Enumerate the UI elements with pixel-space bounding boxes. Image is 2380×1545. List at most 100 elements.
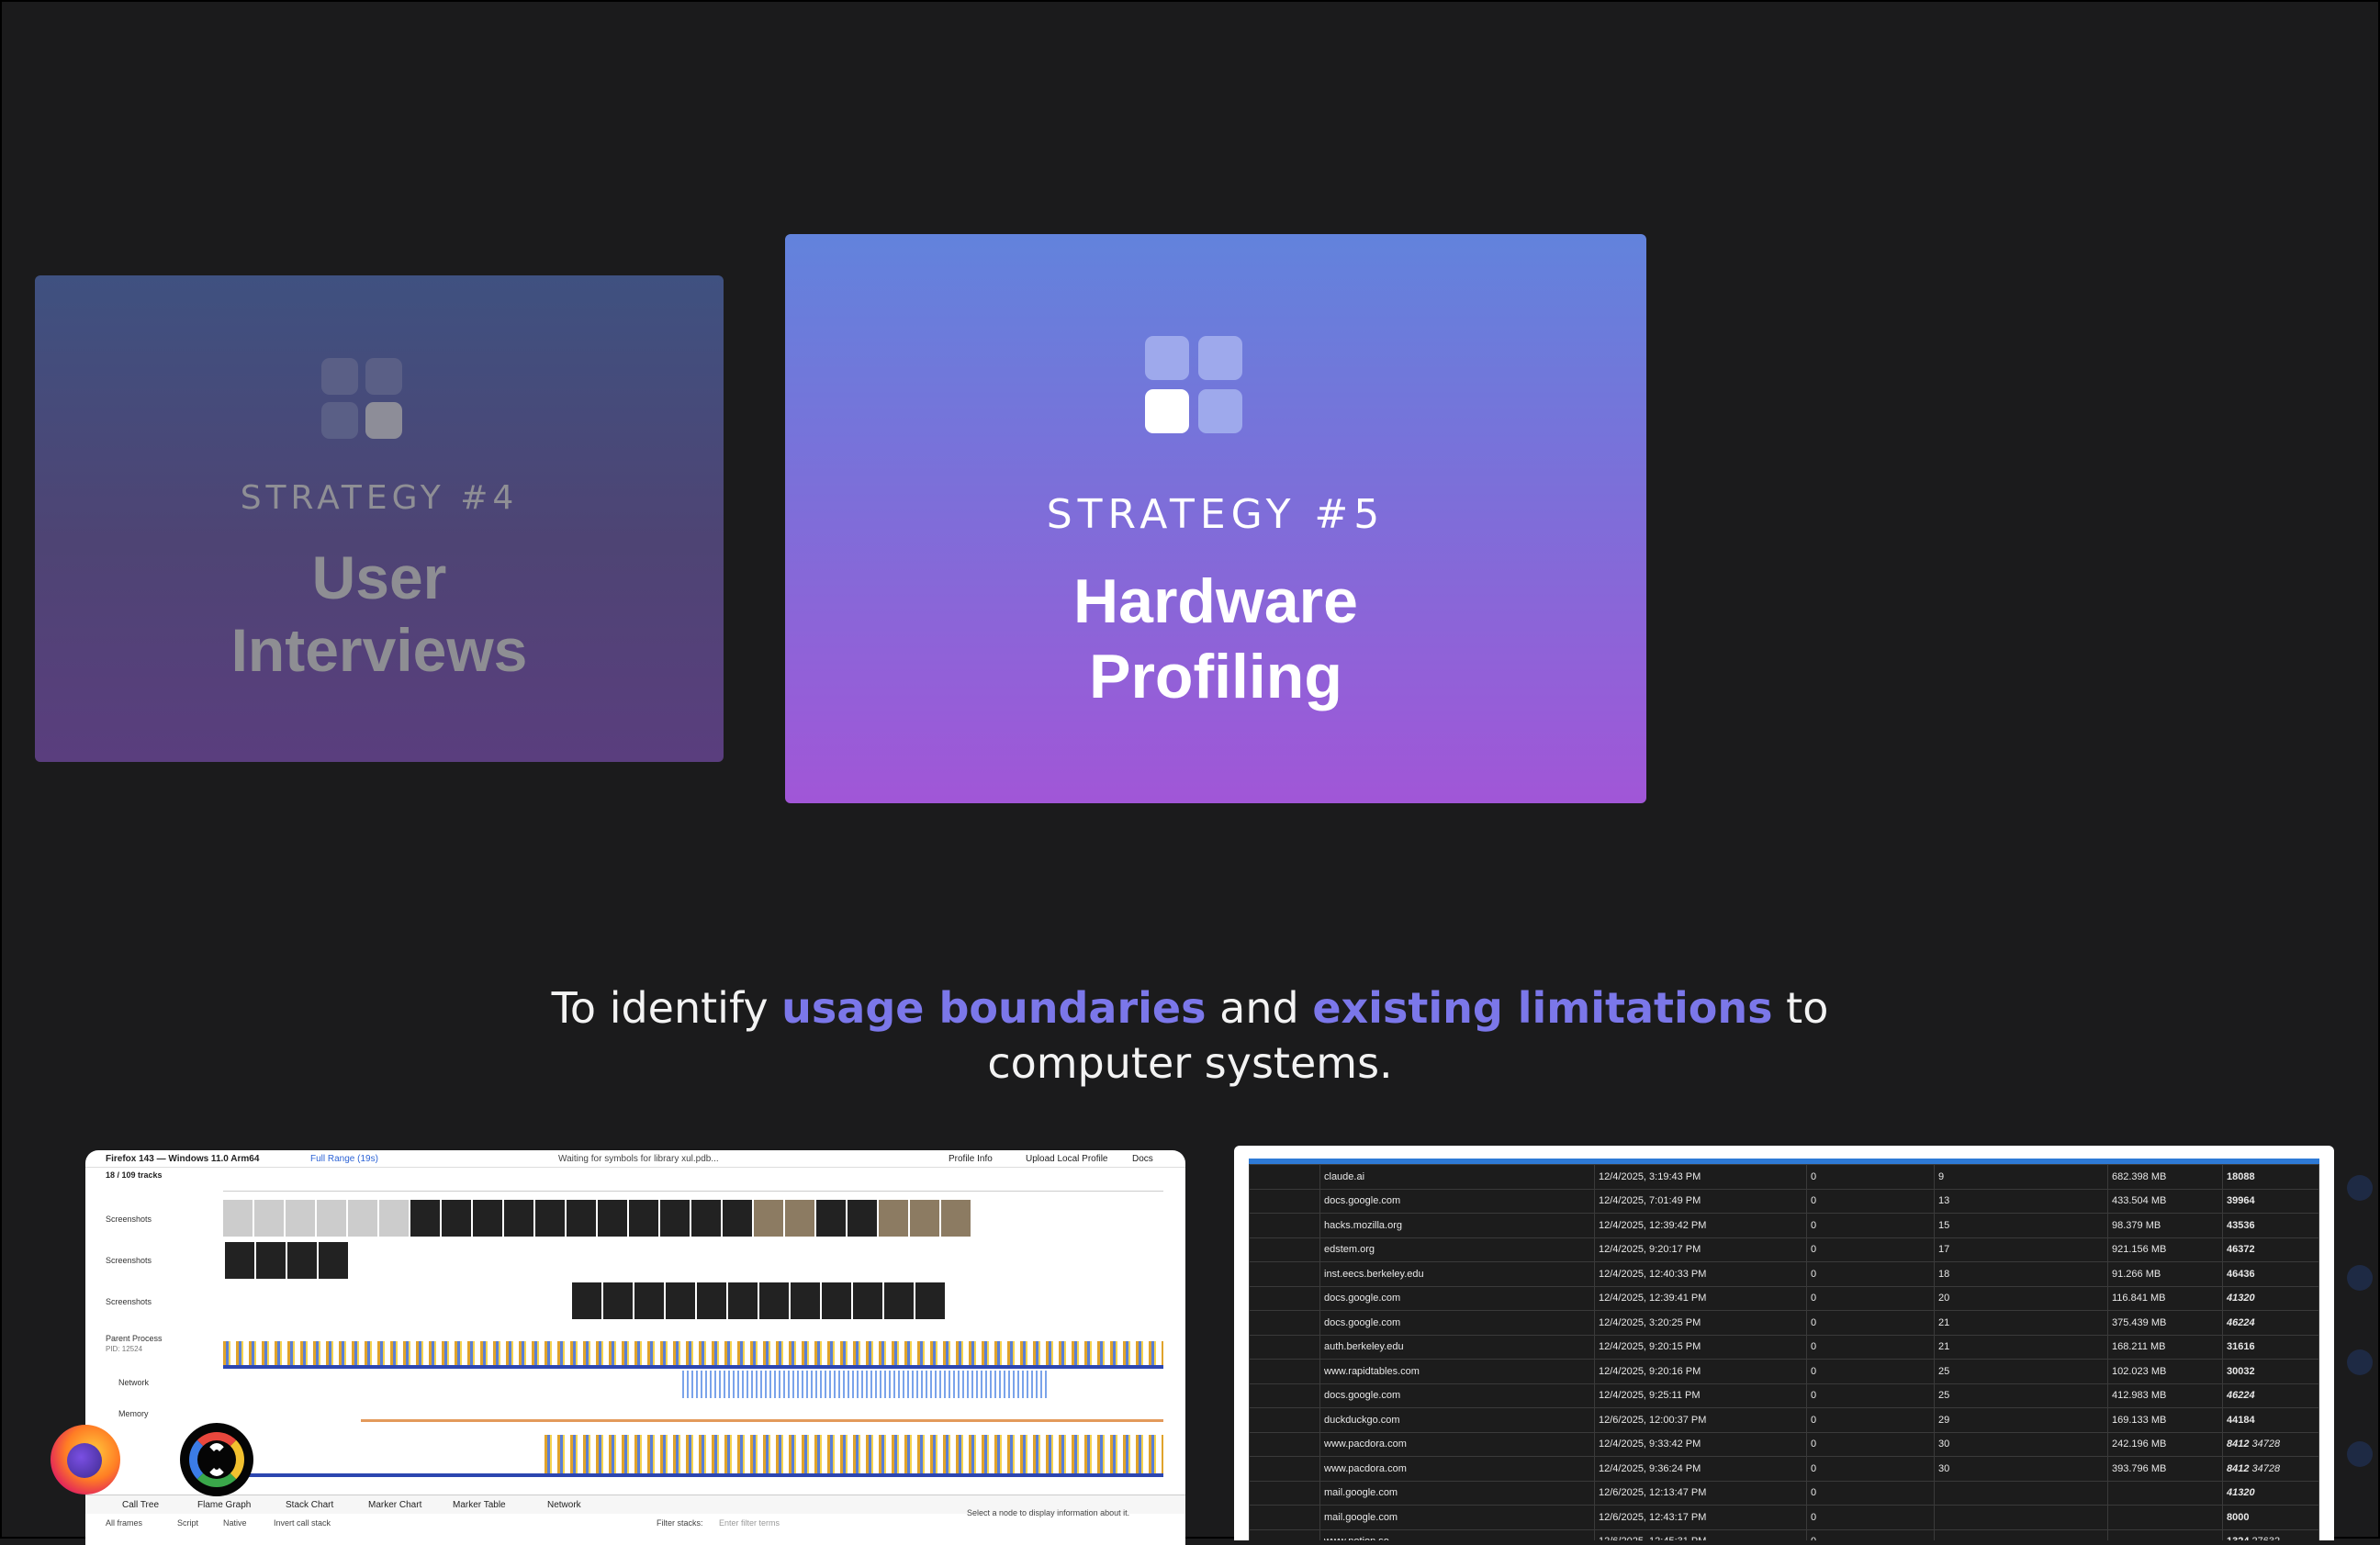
- table-cell-date: 12/4/2025, 9:36:24 PM: [1594, 1456, 1807, 1482]
- tab-stack-chart[interactable]: Stack Chart: [286, 1500, 333, 1510]
- track-label[interactable]: Parent Process: [106, 1334, 234, 1343]
- table-cell-z: 0: [1806, 1383, 1935, 1408]
- table-cell-date: 12/4/2025, 12:40:33 PM: [1594, 1261, 1807, 1287]
- table-cell-n: 21: [1934, 1334, 2108, 1360]
- track-count[interactable]: 18 / 109 tracks: [106, 1170, 163, 1180]
- table-cell-z: 0: [1806, 1261, 1935, 1287]
- table-cell-host: duckduckgo.com: [1319, 1407, 1595, 1433]
- table-row[interactable]: edstem.org 12/4/2025, 9:20:17 PM 0 17 921.15…: [1249, 1237, 2319, 1262]
- filter-input[interactable]: Enter filter terms: [719, 1518, 780, 1528]
- table-cell-host: inst.eecs.berkeley.edu: [1319, 1261, 1595, 1287]
- table-row[interactable]: www.rapidtables.com 12/4/2025, 9:20:16 PM…: [1249, 1359, 2319, 1384]
- table-cell-host: www.notion.so: [1319, 1528, 1595, 1540]
- tab-baseline: [223, 1473, 1163, 1477]
- table-cell-host: docs.google.com: [1319, 1188, 1595, 1214]
- timeline-ruler: [223, 1181, 1163, 1192]
- table-row[interactable]: inst.eecs.berkeley.edu 12/4/2025, 12:40:3…: [1249, 1261, 2319, 1287]
- app-logo-icon[interactable]: [180, 1423, 253, 1496]
- table-cell-date: 12/4/2025, 3:19:43 PM: [1594, 1164, 1807, 1190]
- table-cell-pad: [1249, 1213, 1320, 1238]
- table-cell-date: 12/6/2025, 12:43:17 PM: [1594, 1505, 1807, 1530]
- strategy-card-4[interactable]: STRATEGY #4 User Interviews: [35, 275, 724, 762]
- table-cell-host: edstem.org: [1319, 1237, 1595, 1262]
- table-row[interactable]: auth.berkeley.edu 12/4/2025, 9:20:15 PM 0 2…: [1249, 1334, 2319, 1360]
- table-row[interactable]: mail.google.com 12/6/2025, 12:43:17 PM 0 80…: [1249, 1505, 2319, 1530]
- table-cell-date: 12/4/2025, 9:25:11 PM: [1594, 1383, 1807, 1408]
- table-row[interactable]: docs.google.com 12/4/2025, 3:20:25 PM 0 21 3…: [1249, 1310, 2319, 1336]
- table-cell-z: 0: [1806, 1237, 1935, 1262]
- option-script[interactable]: Script: [177, 1518, 198, 1528]
- table-cell-value: 18088: [2222, 1164, 2319, 1190]
- table-cell-host: mail.google.com: [1319, 1505, 1595, 1530]
- table-row[interactable]: docs.google.com 12/4/2025, 12:39:41 PM 0 20…: [1249, 1285, 2319, 1311]
- firefox-icon[interactable]: [51, 1425, 120, 1495]
- option-all-frames[interactable]: All frames: [106, 1518, 142, 1528]
- side-dot: [2347, 1349, 2373, 1375]
- table-cell-z: 0: [1806, 1213, 1935, 1238]
- table-row[interactable]: hacks.mozilla.org 12/4/2025, 12:39:42 PM 0…: [1249, 1213, 2319, 1238]
- process-table: claude.ai 12/4/2025, 3:19:43 PM 0 9 682.398 …: [1249, 1164, 2319, 1540]
- select-node-message: Select a node to display information abo…: [967, 1508, 1130, 1517]
- table-cell-mem: 169.133 MB: [2107, 1407, 2223, 1433]
- tab-graph: [544, 1435, 1163, 1473]
- table-cell-pad: [1249, 1359, 1320, 1384]
- table-cell-mem: 412.983 MB: [2107, 1383, 2223, 1408]
- table-cell-value: 44184: [2222, 1407, 2319, 1433]
- table-cell-date: 12/4/2025, 3:20:25 PM: [1594, 1310, 1807, 1336]
- table-cell-n: 30: [1934, 1431, 2108, 1457]
- table-row[interactable]: mail.google.com 12/6/2025, 12:13:47 PM 0 41…: [1249, 1480, 2319, 1506]
- highlight-existing-limitations: existing limitations: [1312, 983, 1773, 1033]
- upload-profile-button[interactable]: Upload Local Profile: [1026, 1154, 1108, 1164]
- tab-call-tree[interactable]: Call Tree: [122, 1500, 159, 1510]
- grid-icon: [1145, 336, 1242, 433]
- table-cell-value: 41320: [2222, 1285, 2319, 1311]
- table-cell-mem: 91.266 MB: [2107, 1261, 2223, 1287]
- table-cell-pad: [1249, 1456, 1320, 1482]
- tab-network[interactable]: Network: [547, 1500, 581, 1510]
- track-label[interactable]: Network: [118, 1378, 247, 1387]
- table-cell-value: 31616: [2222, 1334, 2319, 1360]
- table-row[interactable]: docs.google.com 12/4/2025, 7:01:49 PM 0 13 4…: [1249, 1188, 2319, 1214]
- highlight-usage-boundaries: usage boundaries: [781, 983, 1207, 1033]
- screenshots-track: [225, 1242, 348, 1279]
- profile-info-button[interactable]: Profile Info: [949, 1154, 993, 1164]
- table-cell-host: www.pacdora.com: [1319, 1456, 1595, 1482]
- table-cell-n: [1934, 1528, 2108, 1540]
- strategy-card-5[interactable]: STRATEGY #5 Hardware Profiling: [785, 234, 1646, 803]
- table-row[interactable]: www.notion.so12/6/2025, 12:45:31 PM0 1324…: [1249, 1528, 2319, 1540]
- table-cell-z: 0: [1806, 1334, 1935, 1360]
- table-row[interactable]: docs.google.com 12/4/2025, 9:25:11 PM 0 25 4…: [1249, 1383, 2319, 1408]
- table-cell-mem: 116.841 MB: [2107, 1285, 2223, 1311]
- table-cell-pad: [1249, 1383, 1320, 1408]
- track-label[interactable]: Screenshots: [106, 1256, 234, 1265]
- docs-link[interactable]: Docs: [1132, 1154, 1153, 1164]
- track-label[interactable]: Screenshots: [106, 1215, 234, 1224]
- track-label[interactable]: Memory: [118, 1409, 247, 1418]
- table-cell-n: 15: [1934, 1213, 2108, 1238]
- table-cell-host: auth.berkeley.edu: [1319, 1334, 1595, 1360]
- table-row[interactable]: www.pacdora.com 12/4/2025, 9:36:24 PM 0 30 3…: [1249, 1456, 2319, 1482]
- table-cell-mem: 375.439 MB: [2107, 1310, 2223, 1336]
- table-row[interactable]: duckduckgo.com 12/6/2025, 12:00:37 PM 0 29 1…: [1249, 1407, 2319, 1433]
- range-breadcrumb[interactable]: Full Range (19s): [310, 1154, 378, 1164]
- track-label[interactable]: Screenshots: [106, 1297, 234, 1306]
- tab-flame-graph[interactable]: Flame Graph: [197, 1500, 251, 1510]
- table-cell-mem: 433.504 MB: [2107, 1188, 2223, 1214]
- table-cell-z: 0: [1806, 1528, 1935, 1540]
- table-row[interactable]: claude.ai 12/4/2025, 3:19:43 PM 0 9 682.398 …: [1249, 1164, 2319, 1190]
- cpu-graph: [223, 1341, 1163, 1365]
- option-native[interactable]: Native: [223, 1518, 247, 1528]
- table-cell-host: docs.google.com: [1319, 1285, 1595, 1311]
- table-cell-z: 0: [1806, 1407, 1935, 1433]
- table-row[interactable]: www.pacdora.com 12/4/2025, 9:33:42 PM 0 30 2…: [1249, 1431, 2319, 1457]
- option-invert-call-stack[interactable]: Invert call stack: [274, 1518, 331, 1528]
- tab-marker-table[interactable]: Marker Table: [453, 1500, 506, 1510]
- tab-marker-chart[interactable]: Marker Chart: [368, 1500, 421, 1510]
- strategy-title: Hardware Profiling: [1073, 566, 1358, 711]
- network-graph: [682, 1371, 1050, 1398]
- table-cell-z: 0: [1806, 1164, 1935, 1190]
- side-dot: [2347, 1441, 2373, 1467]
- screenshots-track: [572, 1282, 945, 1319]
- table-cell-date: 12/4/2025, 9:20:15 PM: [1594, 1334, 1807, 1360]
- table-cell-n: 9: [1934, 1164, 2108, 1190]
